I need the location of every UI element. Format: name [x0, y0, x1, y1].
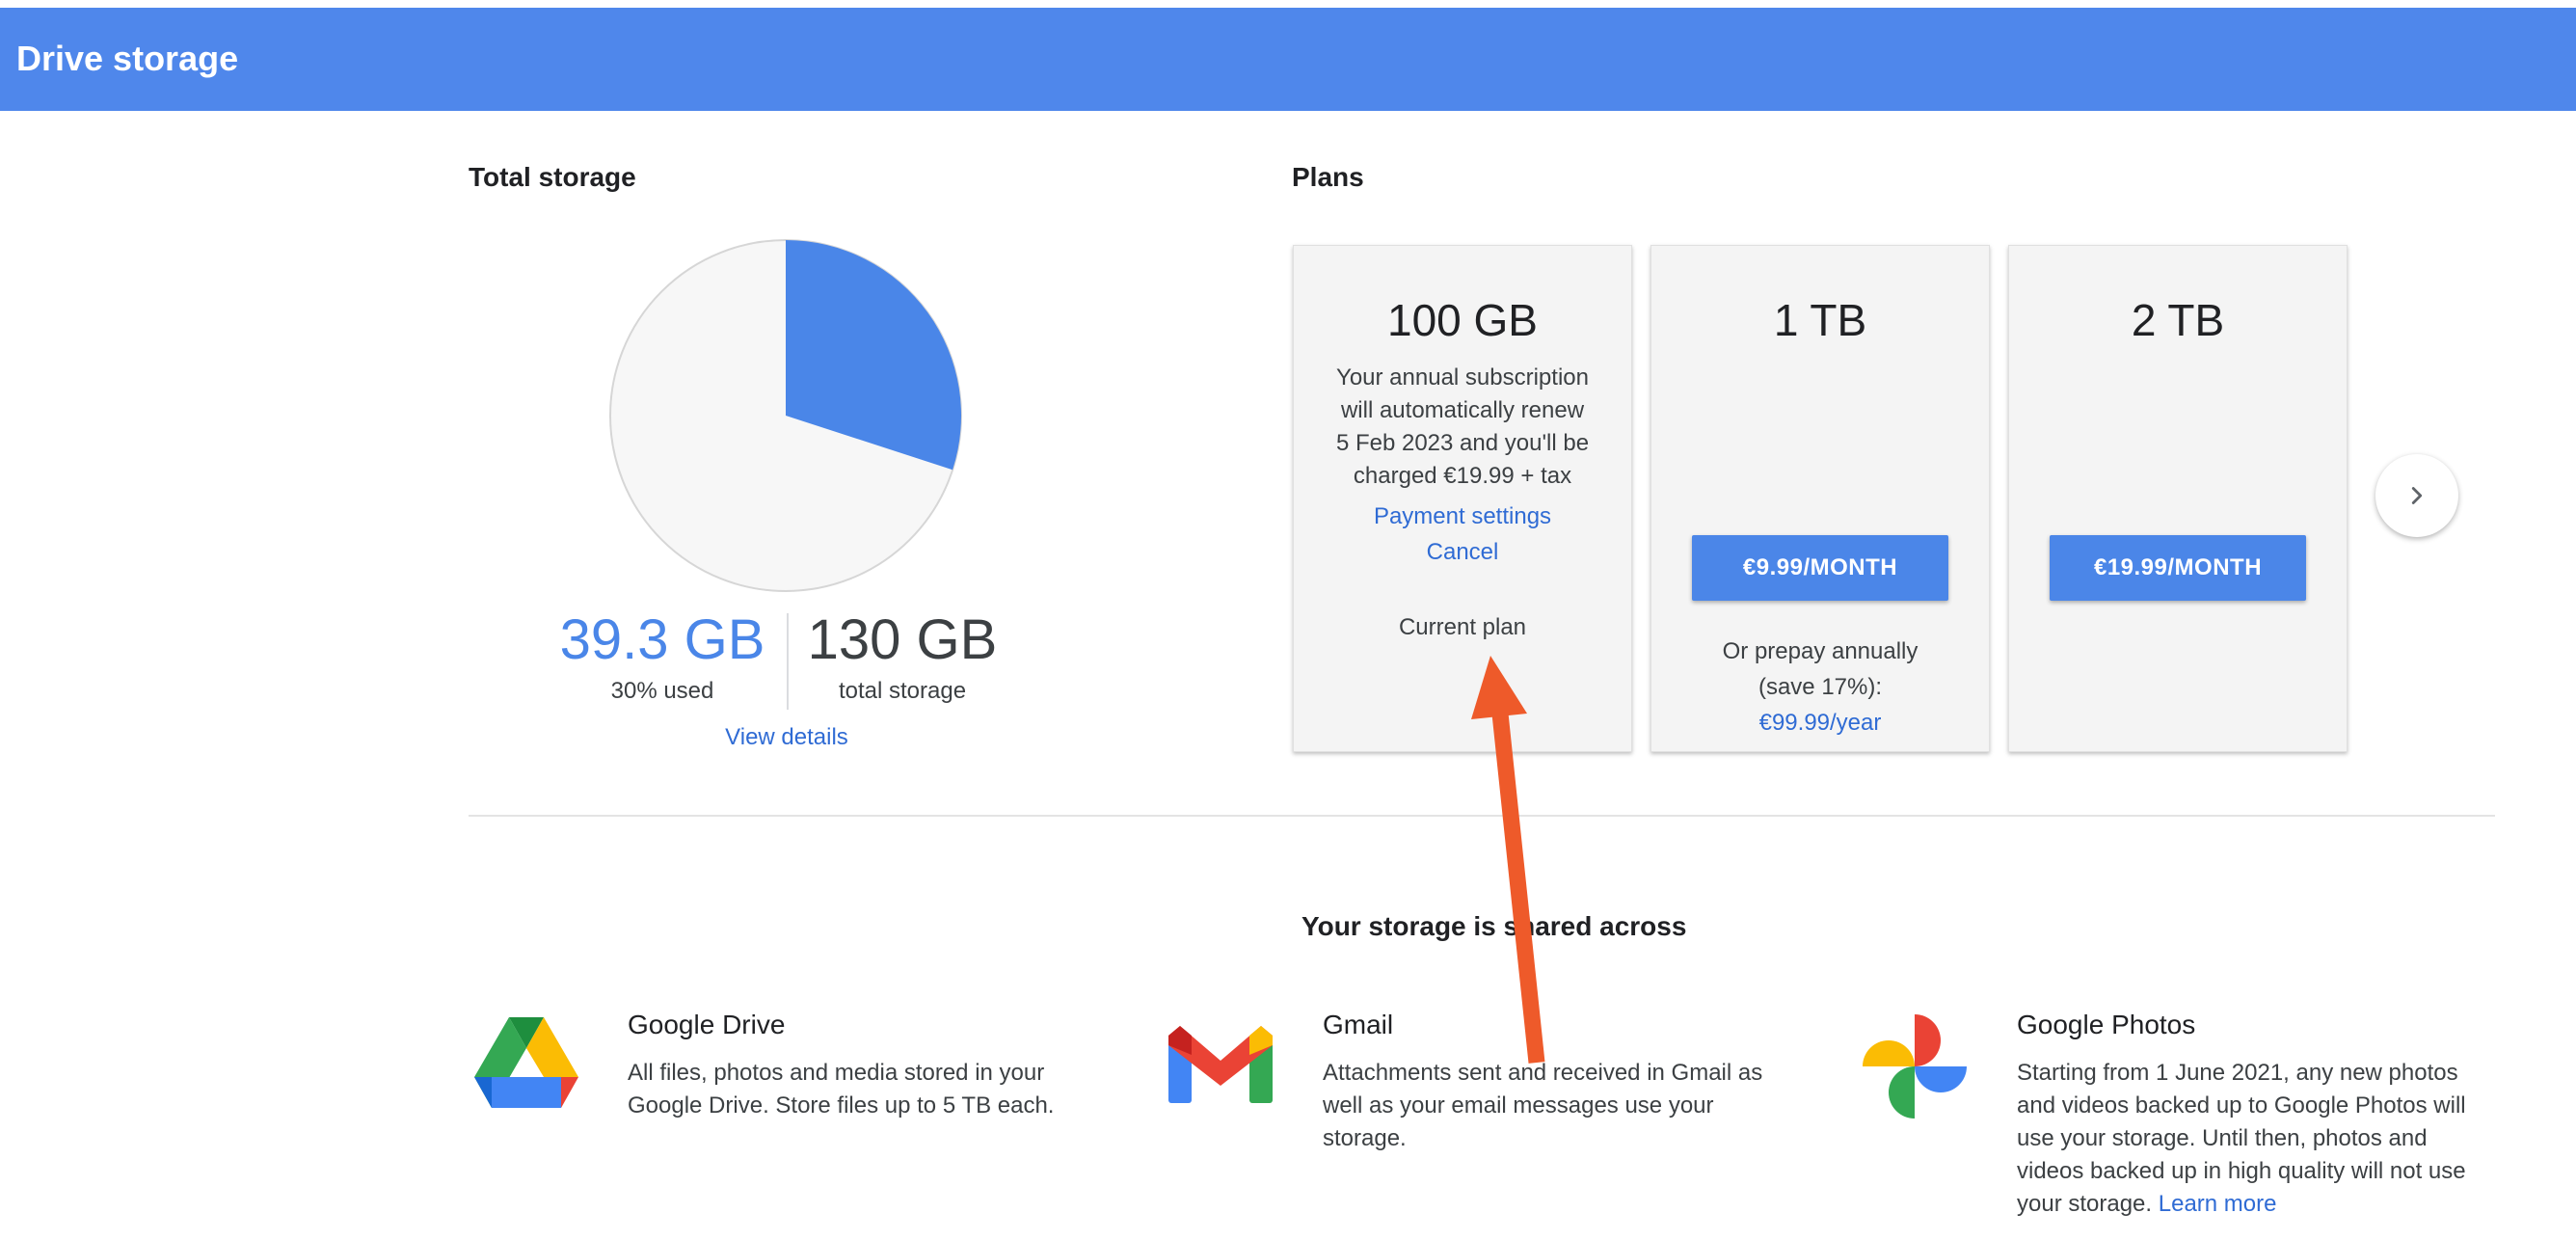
- google-drive-icon: [474, 1017, 578, 1108]
- plan-size: 1 TB: [1773, 295, 1867, 345]
- section-divider: [469, 815, 2495, 817]
- renewal-line: charged €19.99 + tax: [1353, 463, 1572, 489]
- payment-settings-link[interactable]: Payment settings: [1294, 503, 1631, 530]
- desc-line: your storage. Learn more: [2017, 1188, 2466, 1221]
- plan-renewal-text: Your annual subscription will automatica…: [1323, 362, 1602, 493]
- gmail-icon: [1168, 1026, 1273, 1103]
- google-photos-icon: [1863, 1014, 1967, 1119]
- renewal-line: will automatically renew: [1340, 397, 1585, 423]
- service-desc-gmail: Attachments sent and received in Gmail a…: [1323, 1057, 1762, 1155]
- service-desc-photos: Starting from 1 June 2021, any new photo…: [2017, 1057, 2466, 1221]
- learn-more-link[interactable]: Learn more: [2159, 1191, 2277, 1217]
- current-plan-label: Current plan: [1398, 614, 1527, 640]
- storage-pie-chart: [609, 239, 962, 592]
- cancel-link[interactable]: Cancel: [1294, 539, 1631, 566]
- next-plans-button[interactable]: [2375, 454, 2458, 537]
- desc-line: Attachments sent and received in Gmail a…: [1323, 1060, 1763, 1086]
- page-title: Drive storage: [16, 39, 239, 78]
- renewal-line: Your annual subscription: [1336, 364, 1589, 391]
- prepay-line: (save 17%):: [1758, 674, 1883, 700]
- used-percent-caption: 30% used: [610, 678, 714, 704]
- service-desc-drive: All files, photos and media stored in yo…: [628, 1057, 1054, 1122]
- plan-card-2tb: 2 TB €19.99/MONTH: [2008, 245, 2348, 752]
- plan-size: 100 GB: [1387, 295, 1538, 345]
- total-storage-caption: total storage: [838, 678, 967, 704]
- chevron-right-icon: [2411, 487, 2423, 504]
- service-name-gmail: Gmail: [1323, 1010, 1394, 1039]
- plans-heading: Plans: [1292, 162, 1364, 192]
- desc-line: and videos backed up to Google Photos wi…: [2017, 1092, 2466, 1119]
- service-name-photos: Google Photos: [2017, 1010, 2196, 1039]
- desc-line: well as your email messages use your: [1323, 1092, 1714, 1119]
- view-details-link[interactable]: View details: [628, 724, 946, 751]
- used-storage-value: 39.3 GB: [559, 608, 765, 671]
- prepay-text: Or prepay annually (save 17%): €99.99/ye…: [1651, 633, 1989, 741]
- plan-card-1tb: 1 TB €9.99/MONTH Or prepay annually (sav…: [1650, 245, 1990, 752]
- desc-line: Google Drive. Store files up to 5 TB eac…: [628, 1092, 1055, 1119]
- plan-size: 2 TB: [2131, 295, 2225, 345]
- total-storage-heading: Total storage: [469, 162, 636, 192]
- renewal-line: 5 Feb 2023 and you'll be: [1335, 430, 1590, 456]
- prepay-line: Or prepay annually: [1722, 638, 1919, 664]
- plan-card-100gb: 100 GB Your annual subscription will aut…: [1293, 245, 1632, 752]
- shared-across-title: Your storage is shared across: [1301, 911, 1687, 941]
- desc-line: videos backed up in high quality will no…: [2017, 1158, 2466, 1184]
- desc-line: use your storage. Until then, photos and: [2017, 1125, 2428, 1151]
- buy-1tb-monthly-button[interactable]: €9.99/MONTH: [1692, 535, 1948, 601]
- desc-line: storage.: [1323, 1125, 1407, 1151]
- top-app-bar: Drive storage: [0, 8, 2576, 111]
- desc-line: All files, photos and media stored in yo…: [628, 1060, 1045, 1086]
- desc-line: Starting from 1 June 2021, any new photo…: [2017, 1060, 2458, 1086]
- service-name-drive: Google Drive: [628, 1010, 786, 1039]
- desc-line-text: your storage.: [2017, 1191, 2153, 1217]
- prepay-annual-link[interactable]: €99.99/year: [1651, 705, 1989, 741]
- total-storage-value: 130 GB: [807, 608, 998, 671]
- buy-2tb-monthly-button[interactable]: €19.99/MONTH: [2050, 535, 2306, 601]
